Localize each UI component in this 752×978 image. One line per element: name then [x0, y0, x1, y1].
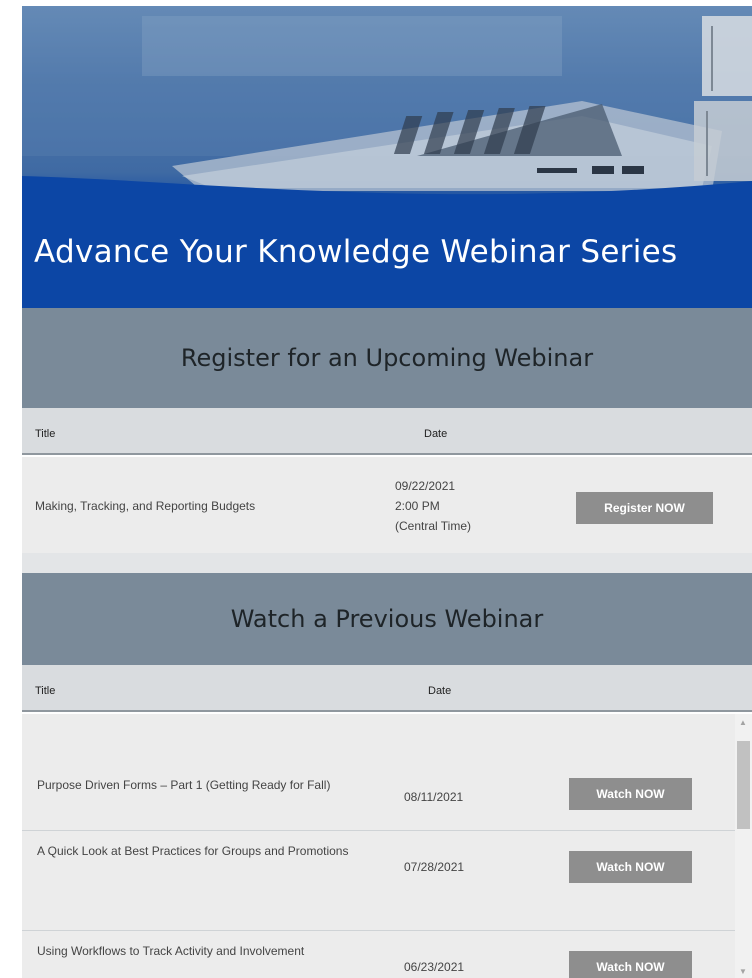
webinar-page: Advance Your Knowledge Webinar Series Re…: [22, 6, 752, 978]
upcoming-table-header: Title Date: [22, 408, 752, 455]
previous-webinar-list[interactable]: Purpose Driven Forms – Part 1 (Getting R…: [22, 714, 752, 978]
webinar-date: 09/22/2021 2:00 PM (Central Time): [395, 476, 471, 536]
webinar-title: A Quick Look at Best Practices for Group…: [37, 844, 349, 858]
timezone-line: (Central Time): [395, 519, 472, 533]
section-divider: [22, 553, 752, 573]
triangle-down-icon[interactable]: ▼: [739, 968, 747, 976]
previous-section-header: Watch a Previous Webinar: [22, 573, 752, 665]
scrollbar-thumb[interactable]: [737, 741, 750, 829]
previous-heading: Watch a Previous Webinar: [230, 605, 544, 633]
column-header-title: Title: [35, 685, 56, 697]
watch-now-button[interactable]: Watch NOW: [569, 951, 692, 978]
webinar-date: 06/23/2021: [404, 960, 465, 974]
previous-table-header: Title Date: [22, 665, 752, 712]
table-row: Making, Tracking, and Reporting Budgets …: [22, 457, 752, 553]
upcoming-section-header: Register for an Upcoming Webinar: [22, 308, 752, 408]
hero-banner: Advance Your Knowledge Webinar Series: [22, 6, 752, 308]
page-title: Advance Your Knowledge Webinar Series: [34, 234, 678, 270]
watch-now-button[interactable]: Watch NOW: [569, 778, 692, 810]
list-item: Using Workflows to Track Activity and In…: [22, 931, 735, 978]
watch-now-button[interactable]: Watch NOW: [569, 851, 692, 883]
date-line: 09/22/2021: [395, 479, 456, 493]
webinar-date: 08/11/2021: [404, 790, 464, 804]
triangle-up-icon[interactable]: ▲: [739, 719, 747, 727]
list-scrollbar[interactable]: ▲ ▼: [735, 714, 752, 978]
list-item: Purpose Driven Forms – Part 1 (Getting R…: [22, 714, 735, 831]
column-header-date: Date: [428, 685, 452, 697]
webinar-date: 07/28/2021: [404, 860, 465, 874]
time-line: 2:00 PM: [395, 499, 440, 513]
column-header-date: Date: [424, 428, 448, 440]
column-header-title: Title: [35, 428, 56, 440]
register-now-button[interactable]: Register NOW: [576, 492, 713, 524]
webinar-title: Purpose Driven Forms – Part 1 (Getting R…: [37, 778, 331, 792]
upcoming-heading: Register for an Upcoming Webinar: [180, 344, 594, 372]
webinar-title: Making, Tracking, and Reporting Budgets: [35, 499, 256, 513]
webinar-title: Using Workflows to Track Activity and In…: [37, 944, 305, 958]
list-item: A Quick Look at Best Practices for Group…: [22, 831, 735, 931]
